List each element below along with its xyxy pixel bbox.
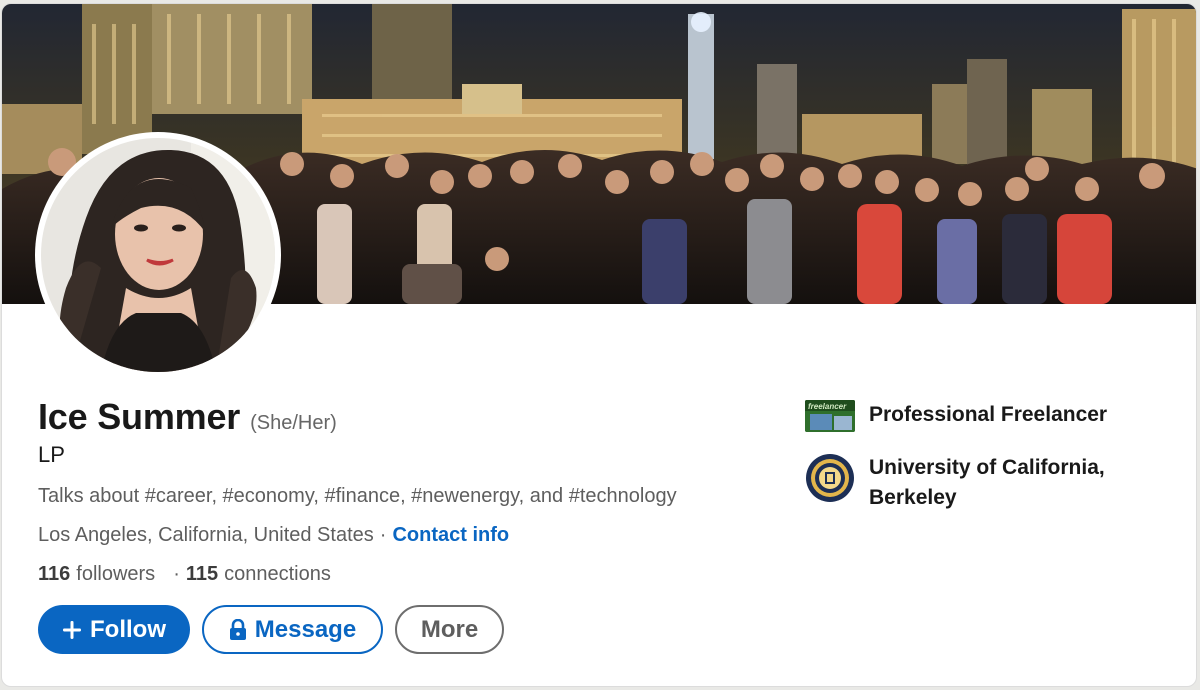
more-label: More bbox=[420, 615, 479, 643]
profile-card: Ice Summer (She/Her) LP Talks about #car… bbox=[1, 3, 1197, 687]
followers-count: 116 bbox=[38, 563, 71, 585]
current-company[interactable]: freelancer Professional Freelancer bbox=[805, 400, 1129, 432]
message-label: Message bbox=[254, 615, 357, 643]
talks-about: Talks about #career, #economy, #finance,… bbox=[38, 485, 677, 507]
network-stats: 116 followers · 115 connections bbox=[38, 563, 331, 586]
profile-location: Los Angeles, California, United States bbox=[38, 524, 374, 546]
connections-label[interactable]: connections bbox=[224, 563, 331, 586]
name-row: Ice Summer (She/Her) bbox=[38, 396, 337, 438]
education[interactable]: University of California, Berkeley bbox=[805, 453, 1129, 513]
message-button[interactable]: Message bbox=[202, 605, 383, 654]
school-name-line1: University of California, bbox=[869, 456, 1105, 479]
plus-icon bbox=[62, 620, 82, 640]
location-row: Los Angeles, California, United States ·… bbox=[38, 524, 509, 547]
profile-headline: LP bbox=[38, 442, 65, 467]
profile-name: Ice Summer bbox=[38, 396, 241, 437]
location-separator: · bbox=[379, 524, 387, 546]
profile-pronouns: (She/Her) bbox=[250, 412, 337, 434]
freelancer-logo: freelancer bbox=[805, 400, 855, 432]
profile-avatar[interactable] bbox=[35, 132, 281, 378]
follow-label: Follow bbox=[90, 615, 166, 643]
freelancer-logo-text: freelancer bbox=[808, 402, 847, 411]
school-name-line2: Berkeley bbox=[869, 486, 957, 509]
stats-separator: · bbox=[173, 563, 180, 585]
contact-info-link[interactable]: Contact info bbox=[392, 524, 509, 547]
uc-berkeley-seal bbox=[805, 453, 855, 503]
more-button[interactable]: More bbox=[395, 605, 504, 654]
avatar-photo bbox=[41, 138, 275, 372]
lock-icon bbox=[229, 618, 247, 641]
follow-button[interactable]: Follow bbox=[38, 605, 190, 654]
company-name: Professional Freelancer bbox=[869, 403, 1108, 426]
connections-count: 115 bbox=[185, 563, 219, 585]
school-name: University of California, Berkeley bbox=[869, 453, 1129, 513]
followers-label[interactable]: followers bbox=[76, 563, 155, 586]
